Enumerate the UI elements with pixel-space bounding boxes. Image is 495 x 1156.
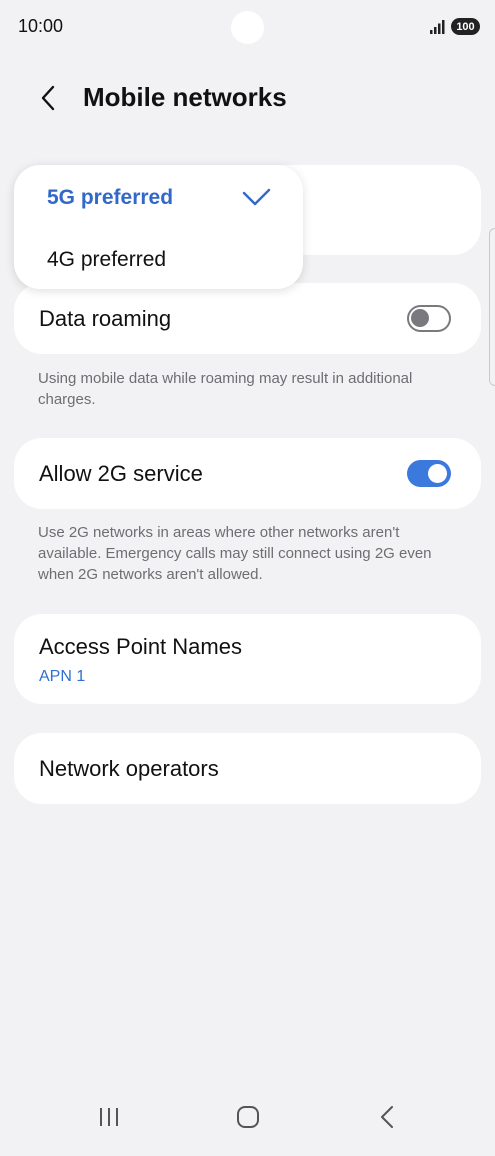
option-5g-preferred[interactable]: 5G preferred	[47, 186, 173, 210]
back-button[interactable]	[32, 82, 64, 114]
data-roaming-toggle[interactable]	[407, 305, 451, 332]
allow-2g-label: Allow 2G service	[39, 461, 203, 486]
camera-cutout	[231, 11, 264, 44]
allow-2g-description: Use 2G networks in areas where other net…	[38, 524, 432, 583]
apn-row[interactable]: Access Point Names APN 1	[14, 614, 481, 704]
network-mode-popup: 5G preferred 4G preferred	[14, 165, 303, 289]
status-time: 10:00	[18, 16, 64, 36]
apn-label: Access Point Names	[39, 634, 242, 659]
status-bar: 10:00 100	[0, 0, 495, 56]
navigation-bar	[0, 1086, 495, 1156]
scrollbar[interactable]	[489, 228, 495, 386]
header: Mobile networks	[0, 76, 495, 120]
signal-icon	[430, 20, 445, 34]
network-operators-label: Network operators	[39, 756, 219, 781]
checkmark-icon	[242, 188, 271, 206]
option-4g-preferred[interactable]: 4G preferred	[47, 248, 166, 272]
battery-icon: 100	[451, 18, 480, 35]
data-roaming-row[interactable]: Data roaming	[14, 283, 481, 354]
back-icon[interactable]	[376, 1104, 398, 1130]
network-operators-row[interactable]: Network operators	[14, 733, 481, 804]
allow-2g-toggle[interactable]	[407, 460, 451, 487]
back-chevron-icon	[41, 85, 55, 111]
data-roaming-label: Data roaming	[39, 306, 172, 331]
data-roaming-description: Using mobile data while roaming may resu…	[38, 370, 413, 408]
allow-2g-row[interactable]: Allow 2G service	[14, 438, 481, 509]
page-title: Mobile networks	[83, 82, 287, 112]
apn-value: APN 1	[39, 668, 86, 685]
recent-apps-icon[interactable]	[96, 1104, 122, 1130]
home-icon[interactable]	[235, 1104, 261, 1130]
